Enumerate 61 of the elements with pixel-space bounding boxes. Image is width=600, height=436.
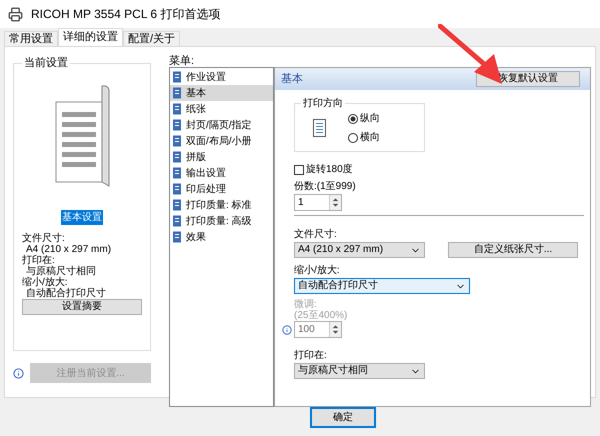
menu-item[interactable]: 基本 bbox=[170, 85, 273, 101]
menu-label: 菜单: bbox=[169, 55, 196, 67]
field-label: 打印在: bbox=[294, 348, 328, 363]
menu-item[interactable]: 作业设置 bbox=[170, 69, 273, 85]
radio-label: 横向 bbox=[360, 130, 380, 145]
ok-button[interactable]: 确定 bbox=[310, 406, 376, 428]
menu-item[interactable]: 输出设置 bbox=[170, 165, 273, 181]
checkbox-label: 旋转180度 bbox=[306, 162, 353, 177]
group-title: 当前设置 bbox=[23, 56, 69, 71]
paper-size-dropdown[interactable]: A4 (210 x 297 mm) bbox=[294, 242, 425, 258]
menu-item[interactable]: 拼版 bbox=[170, 149, 273, 165]
detail-value: 与原稿尺寸相同 bbox=[26, 266, 97, 276]
page-icon bbox=[172, 135, 183, 147]
field-label: 微调: bbox=[294, 299, 318, 310]
print-on-dropdown[interactable]: 与原稿尺寸相同 bbox=[294, 363, 425, 379]
zoom-dropdown[interactable]: 自动配合打印尺寸 bbox=[294, 278, 470, 294]
detail-label: 打印在: bbox=[22, 254, 56, 266]
detail-label: 缩小/放大: bbox=[22, 276, 68, 288]
spin-arrows-icon[interactable] bbox=[329, 195, 341, 210]
custom-paper-size-button[interactable]: 自定义纸张尺寸... bbox=[448, 242, 578, 258]
field-label: 份数:(1至999) bbox=[294, 180, 357, 194]
printer-icon bbox=[8, 6, 23, 22]
info-icon bbox=[282, 324, 292, 334]
page-icon bbox=[172, 71, 183, 83]
tab[interactable]: 常用设置 bbox=[4, 31, 58, 46]
page-icon bbox=[172, 119, 183, 131]
menu-item[interactable]: 纸张 bbox=[170, 101, 273, 117]
menu-item[interactable]: 双面/布局/小册 bbox=[170, 133, 273, 149]
radio-label: 纵向 bbox=[360, 112, 380, 126]
page-icon bbox=[172, 199, 183, 211]
menu-item[interactable]: 封页/隔页/指定 bbox=[170, 117, 273, 133]
field-label: 文件尺寸: bbox=[294, 228, 338, 242]
portrait-page-icon bbox=[313, 119, 326, 137]
page-icon bbox=[172, 103, 183, 115]
page-icon bbox=[172, 183, 183, 195]
radio-button[interactable] bbox=[348, 114, 358, 124]
preset-name: 基本设置 bbox=[61, 210, 103, 224]
page-icon bbox=[172, 167, 183, 179]
checkbox[interactable] bbox=[294, 164, 304, 174]
menu-item[interactable]: 打印质量: 高级 bbox=[170, 213, 273, 229]
detail-value: 自动配合打印尺寸 bbox=[26, 288, 107, 298]
menu-item[interactable]: 效果 bbox=[170, 229, 273, 245]
panel-title: 基本 bbox=[281, 72, 303, 87]
menu-item[interactable]: 打印质量: 标准 bbox=[170, 197, 273, 213]
group-title: 打印方向 bbox=[302, 96, 344, 111]
detail-label: 文件尺寸: bbox=[22, 232, 66, 244]
tab[interactable]: 配置/关于 bbox=[123, 31, 180, 46]
radio-button[interactable] bbox=[348, 132, 358, 142]
field-label: 缩小/放大: bbox=[294, 264, 341, 278]
page-icon bbox=[172, 87, 183, 99]
summary-button[interactable]: 设置摘要 bbox=[22, 298, 142, 314]
page-icon bbox=[172, 215, 183, 227]
tab[interactable]: 详细的设置 bbox=[58, 28, 123, 46]
info-icon bbox=[13, 368, 24, 378]
copies-field[interactable]: 1 bbox=[294, 194, 342, 211]
range-hint: (25至400%) bbox=[294, 310, 348, 321]
menu-item[interactable]: 印后处理 bbox=[170, 181, 273, 197]
window-title: RICOH MP 3554 PCL 6 打印首选项 bbox=[31, 6, 220, 23]
page-icon bbox=[172, 231, 183, 243]
page-icon bbox=[172, 151, 183, 163]
detail-value: A4 (210 x 297 mm) bbox=[25, 244, 112, 254]
